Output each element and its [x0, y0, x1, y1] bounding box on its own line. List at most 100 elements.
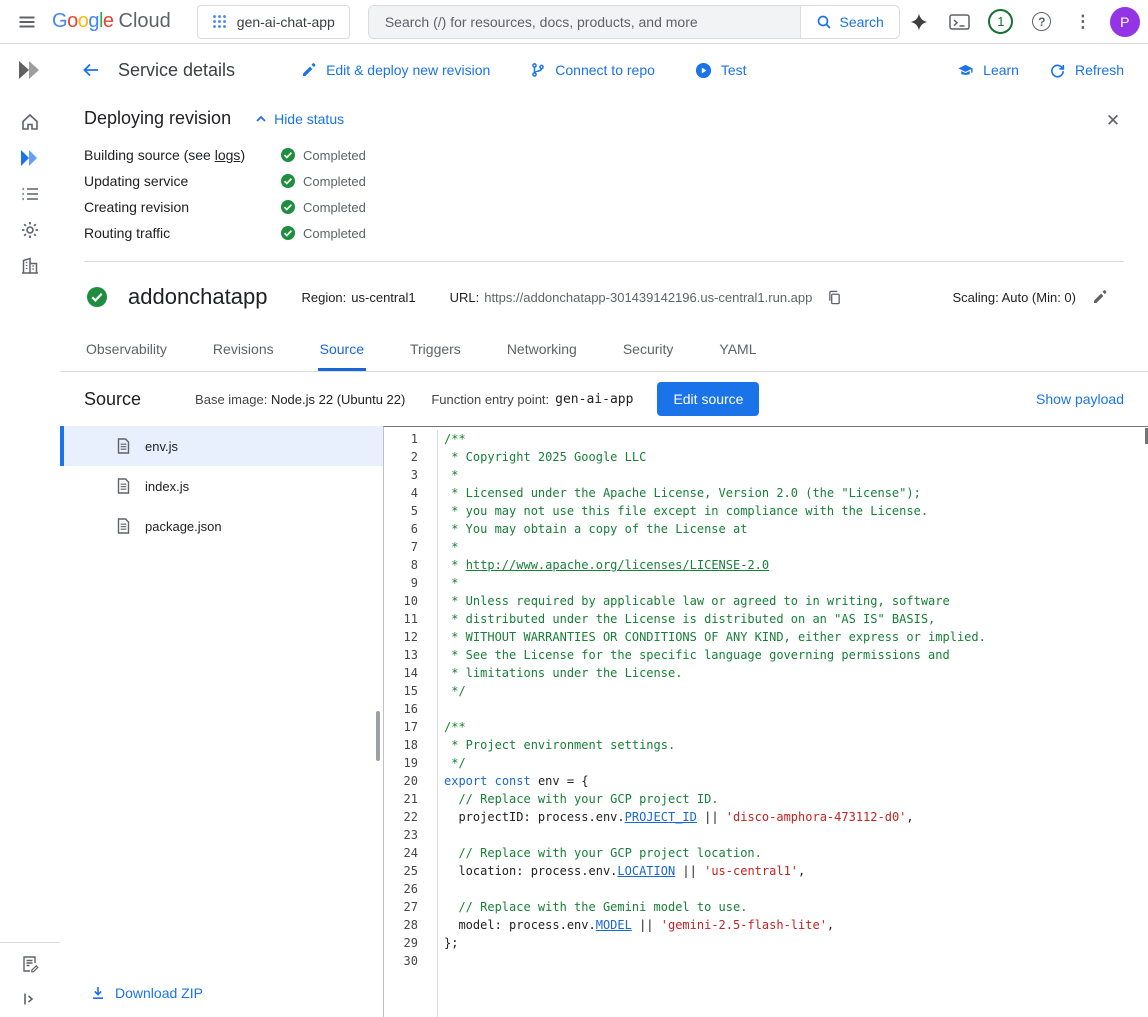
search-button[interactable]: Search [800, 6, 898, 38]
sidebar-release-notes[interactable] [21, 955, 39, 973]
back-button[interactable] [72, 51, 110, 89]
sidebar-organization[interactable] [0, 248, 60, 284]
logs-link[interactable]: logs [215, 147, 241, 163]
learn-button[interactable]: Learn [957, 62, 1019, 79]
project-name: gen-ai-chat-app [237, 14, 335, 30]
download-zip-button[interactable]: Download ZIP [90, 985, 203, 1001]
edit-scaling-pencil-icon[interactable] [1092, 289, 1108, 305]
code-editor[interactable]: 1234567891011121314151617181920212223242… [383, 426, 1148, 1017]
code-line [444, 952, 1148, 970]
more-options-icon[interactable]: ⋮ [1064, 3, 1102, 41]
refresh-button[interactable]: Refresh [1049, 62, 1124, 79]
code-line: * You may obtain a copy of the License a… [444, 520, 1148, 538]
edit-source-button[interactable]: Edit source [657, 382, 759, 416]
project-grid-icon [212, 14, 227, 29]
service-header: addonchatapp Region: us-central1 URL: ht… [60, 262, 1148, 326]
file-item-index.js[interactable]: index.js [60, 466, 383, 506]
code-line: */ [444, 682, 1148, 700]
page-title: Service details [118, 60, 235, 81]
sidebar-services-list[interactable] [0, 176, 60, 212]
line-number: 12 [384, 628, 418, 646]
topbar: Google Cloud gen-ai-chat-app Search [0, 0, 1148, 44]
search-input[interactable] [369, 6, 801, 38]
page: Google Cloud gen-ai-chat-app Search [0, 0, 1148, 1017]
sidebar-cloud-run[interactable] [0, 140, 60, 176]
file-item-env.js[interactable]: env.js [60, 426, 383, 466]
tab-security[interactable]: Security [621, 326, 676, 371]
help-icon[interactable]: ? [1023, 3, 1061, 41]
line-number: 2 [384, 448, 418, 466]
step-status: Completed [303, 148, 366, 163]
completed-check-icon [280, 173, 296, 189]
close-icon[interactable]: ✕ [1098, 106, 1128, 136]
download-icon [90, 985, 106, 1001]
code-line: * Licensed under the Apache License, Ver… [444, 484, 1148, 502]
code-line: export const env = { [444, 772, 1148, 790]
deploy-status-panel: Deploying revision Hide status ✕ Buildin… [60, 96, 1148, 262]
line-number: 11 [384, 610, 418, 628]
line-number: 27 [384, 898, 418, 916]
tab-revisions[interactable]: Revisions [211, 326, 276, 371]
tab-triggers[interactable]: Triggers [408, 326, 463, 371]
step-status: Completed [303, 174, 366, 189]
action-buttons: Edit & deploy new revision Connect to re… [301, 62, 747, 79]
learn-icon [957, 62, 974, 79]
line-number: 5 [384, 502, 418, 520]
action-bar-right: Learn Refresh [957, 62, 1124, 79]
hamburger-menu-icon[interactable] [8, 3, 46, 41]
sidebar-collapse[interactable] [22, 991, 38, 1007]
notifications-button[interactable]: 1 [982, 3, 1020, 41]
source-toolbar: Source Base image: Node.js 22 (Ubuntu 22… [60, 372, 1148, 426]
entry-point: Function entry point: gen-ai-app [431, 392, 633, 407]
scrollbar-thumb[interactable] [376, 711, 380, 761]
tabs: Observability Revisions Source Triggers Netw… [60, 326, 1148, 372]
code-lines: /** * Copyright 2025 Google LLC * * Lice… [438, 430, 1148, 1017]
line-number: 7 [384, 538, 418, 556]
code-line: * See the License for the specific langu… [444, 646, 1148, 664]
file-name: env.js [145, 439, 178, 454]
line-number: 24 [384, 844, 418, 862]
code-line: * [444, 538, 1148, 556]
file-item-package.json[interactable]: package.json [60, 506, 383, 546]
line-number: 22 [384, 808, 418, 826]
connect-repo-button[interactable]: Connect to repo [530, 62, 655, 78]
service-url-value[interactable]: https://addonchatapp-301439142196.us-cen… [484, 290, 812, 305]
file-icon [116, 518, 131, 534]
line-number: 23 [384, 826, 418, 844]
test-button[interactable]: Test [695, 62, 747, 79]
code-line: projectID: process.env.PROJECT_ID || 'di… [444, 808, 1148, 826]
sidebar-settings[interactable] [0, 212, 60, 248]
file-list: env.js index.js package.json [60, 426, 383, 546]
copy-icon[interactable] [827, 290, 842, 305]
code-line: // Replace with your GCP project ID. [444, 790, 1148, 808]
line-number: 9 [384, 574, 418, 592]
code-line: /** [444, 718, 1148, 736]
tab-observability[interactable]: Observability [84, 326, 169, 371]
line-number: 14 [384, 664, 418, 682]
line-number: 18 [384, 736, 418, 754]
sidebar-home[interactable] [0, 104, 60, 140]
code-line: * limitations under the License. [444, 664, 1148, 682]
tab-yaml[interactable]: YAML [717, 326, 758, 371]
deploy-step: Updating serviceCompleted [84, 173, 1124, 189]
hide-status-button[interactable]: Hide status [255, 111, 344, 127]
tab-networking[interactable]: Networking [505, 326, 579, 371]
service-status-check-icon [86, 286, 108, 308]
avatar[interactable]: P [1110, 7, 1140, 37]
edit-deploy-button[interactable]: Edit & deploy new revision [301, 62, 490, 78]
code-line: // Replace with your GCP project locatio… [444, 844, 1148, 862]
line-number: 4 [384, 484, 418, 502]
left-nav-bottom [0, 942, 60, 1017]
service-name: addonchatapp [128, 284, 267, 310]
file-name: index.js [145, 479, 189, 494]
source-content: env.jsindex.jspackage.json Download ZIP … [60, 426, 1148, 1017]
project-selector[interactable]: gen-ai-chat-app [197, 5, 350, 39]
tab-source[interactable]: Source [318, 326, 366, 371]
release-notes-icon [21, 955, 39, 973]
line-number: 8 [384, 556, 418, 574]
code-line: * [444, 466, 1148, 484]
gemini-sparkle-icon[interactable] [900, 3, 938, 41]
code-line: * [444, 574, 1148, 592]
show-payload-link[interactable]: Show payload [1036, 391, 1124, 407]
cloud-shell-icon[interactable] [941, 3, 979, 41]
